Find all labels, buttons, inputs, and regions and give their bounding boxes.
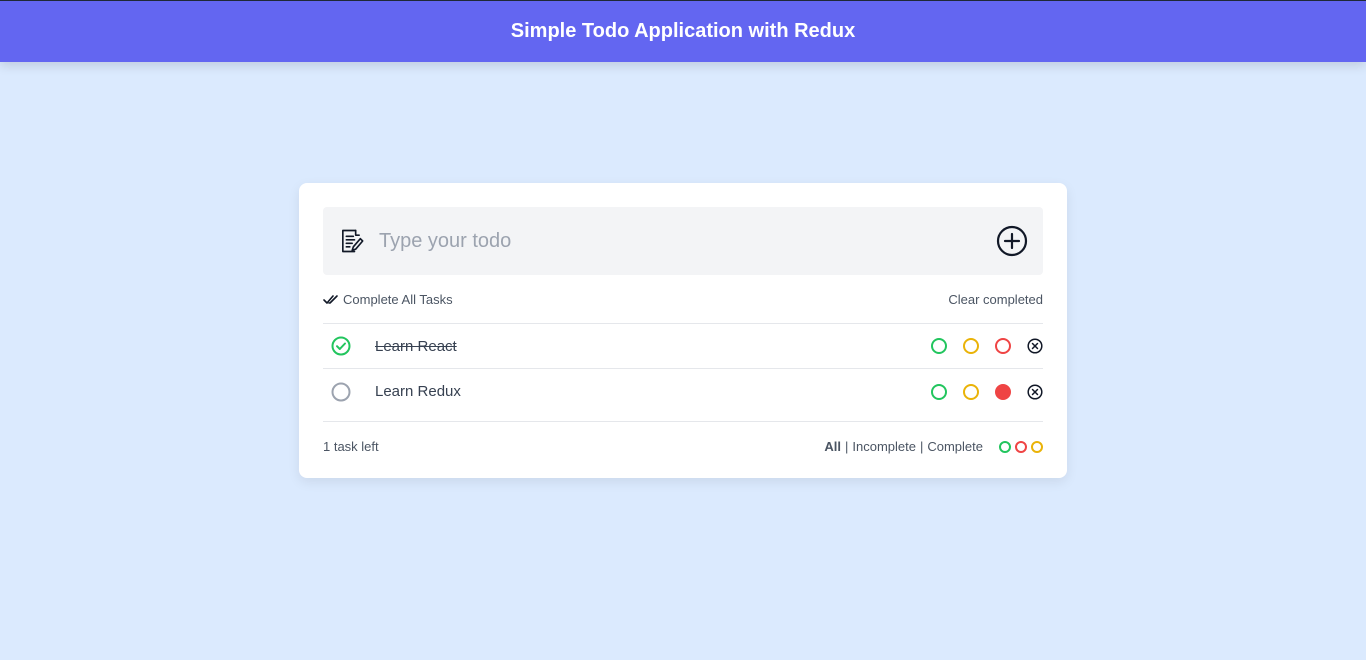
todo-text: Learn React bbox=[375, 337, 457, 355]
todo-item: Learn Redux bbox=[323, 369, 1043, 414]
close-circle-icon bbox=[1027, 383, 1043, 400]
bulk-actions-row: Complete All Tasks Clear completed bbox=[323, 292, 1043, 307]
delete-todo-button[interactable] bbox=[1027, 383, 1043, 400]
filter-incomplete[interactable]: Incomplete bbox=[852, 439, 916, 454]
priority-red-button[interactable] bbox=[995, 383, 1011, 400]
filter-all[interactable]: All bbox=[824, 439, 841, 454]
check-circle-icon bbox=[331, 336, 351, 356]
navbar: Simple Todo Application with Redux bbox=[0, 0, 1366, 62]
clear-completed-button[interactable]: Clear completed bbox=[948, 292, 1043, 307]
close-circle-icon bbox=[1027, 338, 1043, 354]
priority-picker bbox=[931, 383, 1043, 400]
filter-separator: | bbox=[844, 439, 849, 454]
filter-separator: | bbox=[919, 439, 924, 454]
status-filters: All | Incomplete | Complete bbox=[824, 439, 1043, 454]
priority-green-button[interactable] bbox=[931, 338, 947, 354]
priority-yellow-button[interactable] bbox=[963, 338, 979, 354]
priority-yellow-button[interactable] bbox=[963, 383, 979, 400]
todo-footer: 1 task left All | Incomplete | Complete bbox=[323, 439, 1043, 454]
delete-todo-button[interactable] bbox=[1027, 338, 1043, 354]
priority-red-button[interactable] bbox=[995, 338, 1011, 354]
color-filter-red[interactable] bbox=[1015, 440, 1027, 453]
footer-divider bbox=[323, 421, 1043, 422]
complete-all-label: Complete All Tasks bbox=[343, 292, 453, 307]
filter-complete[interactable]: Complete bbox=[927, 439, 983, 454]
color-filters bbox=[999, 440, 1043, 453]
priority-green-button[interactable] bbox=[931, 383, 947, 400]
todo-checkbox[interactable] bbox=[331, 382, 351, 402]
double-check-icon bbox=[323, 294, 338, 304]
add-todo-button[interactable] bbox=[995, 224, 1029, 258]
todo-input-row bbox=[323, 207, 1043, 275]
note-icon bbox=[342, 229, 364, 253]
tasks-left-count: 1 task left bbox=[323, 439, 379, 454]
todo-card: Complete All Tasks Clear completed Learn… bbox=[299, 183, 1067, 478]
color-filter-yellow[interactable] bbox=[1031, 440, 1043, 453]
plus-circle-icon bbox=[996, 225, 1028, 257]
todo-text: Learn Redux bbox=[375, 383, 461, 400]
color-filter-green[interactable] bbox=[999, 440, 1011, 453]
priority-picker bbox=[931, 338, 1043, 354]
todo-checkbox[interactable] bbox=[331, 336, 351, 356]
todo-list: Learn React Learn Redux bbox=[323, 324, 1043, 414]
empty-circle-icon bbox=[331, 382, 351, 401]
complete-all-button[interactable]: Complete All Tasks bbox=[323, 292, 453, 307]
app-title: Simple Todo Application with Redux bbox=[510, 20, 856, 42]
todo-input[interactable] bbox=[379, 229, 995, 253]
todo-item: Learn React bbox=[323, 324, 1043, 369]
